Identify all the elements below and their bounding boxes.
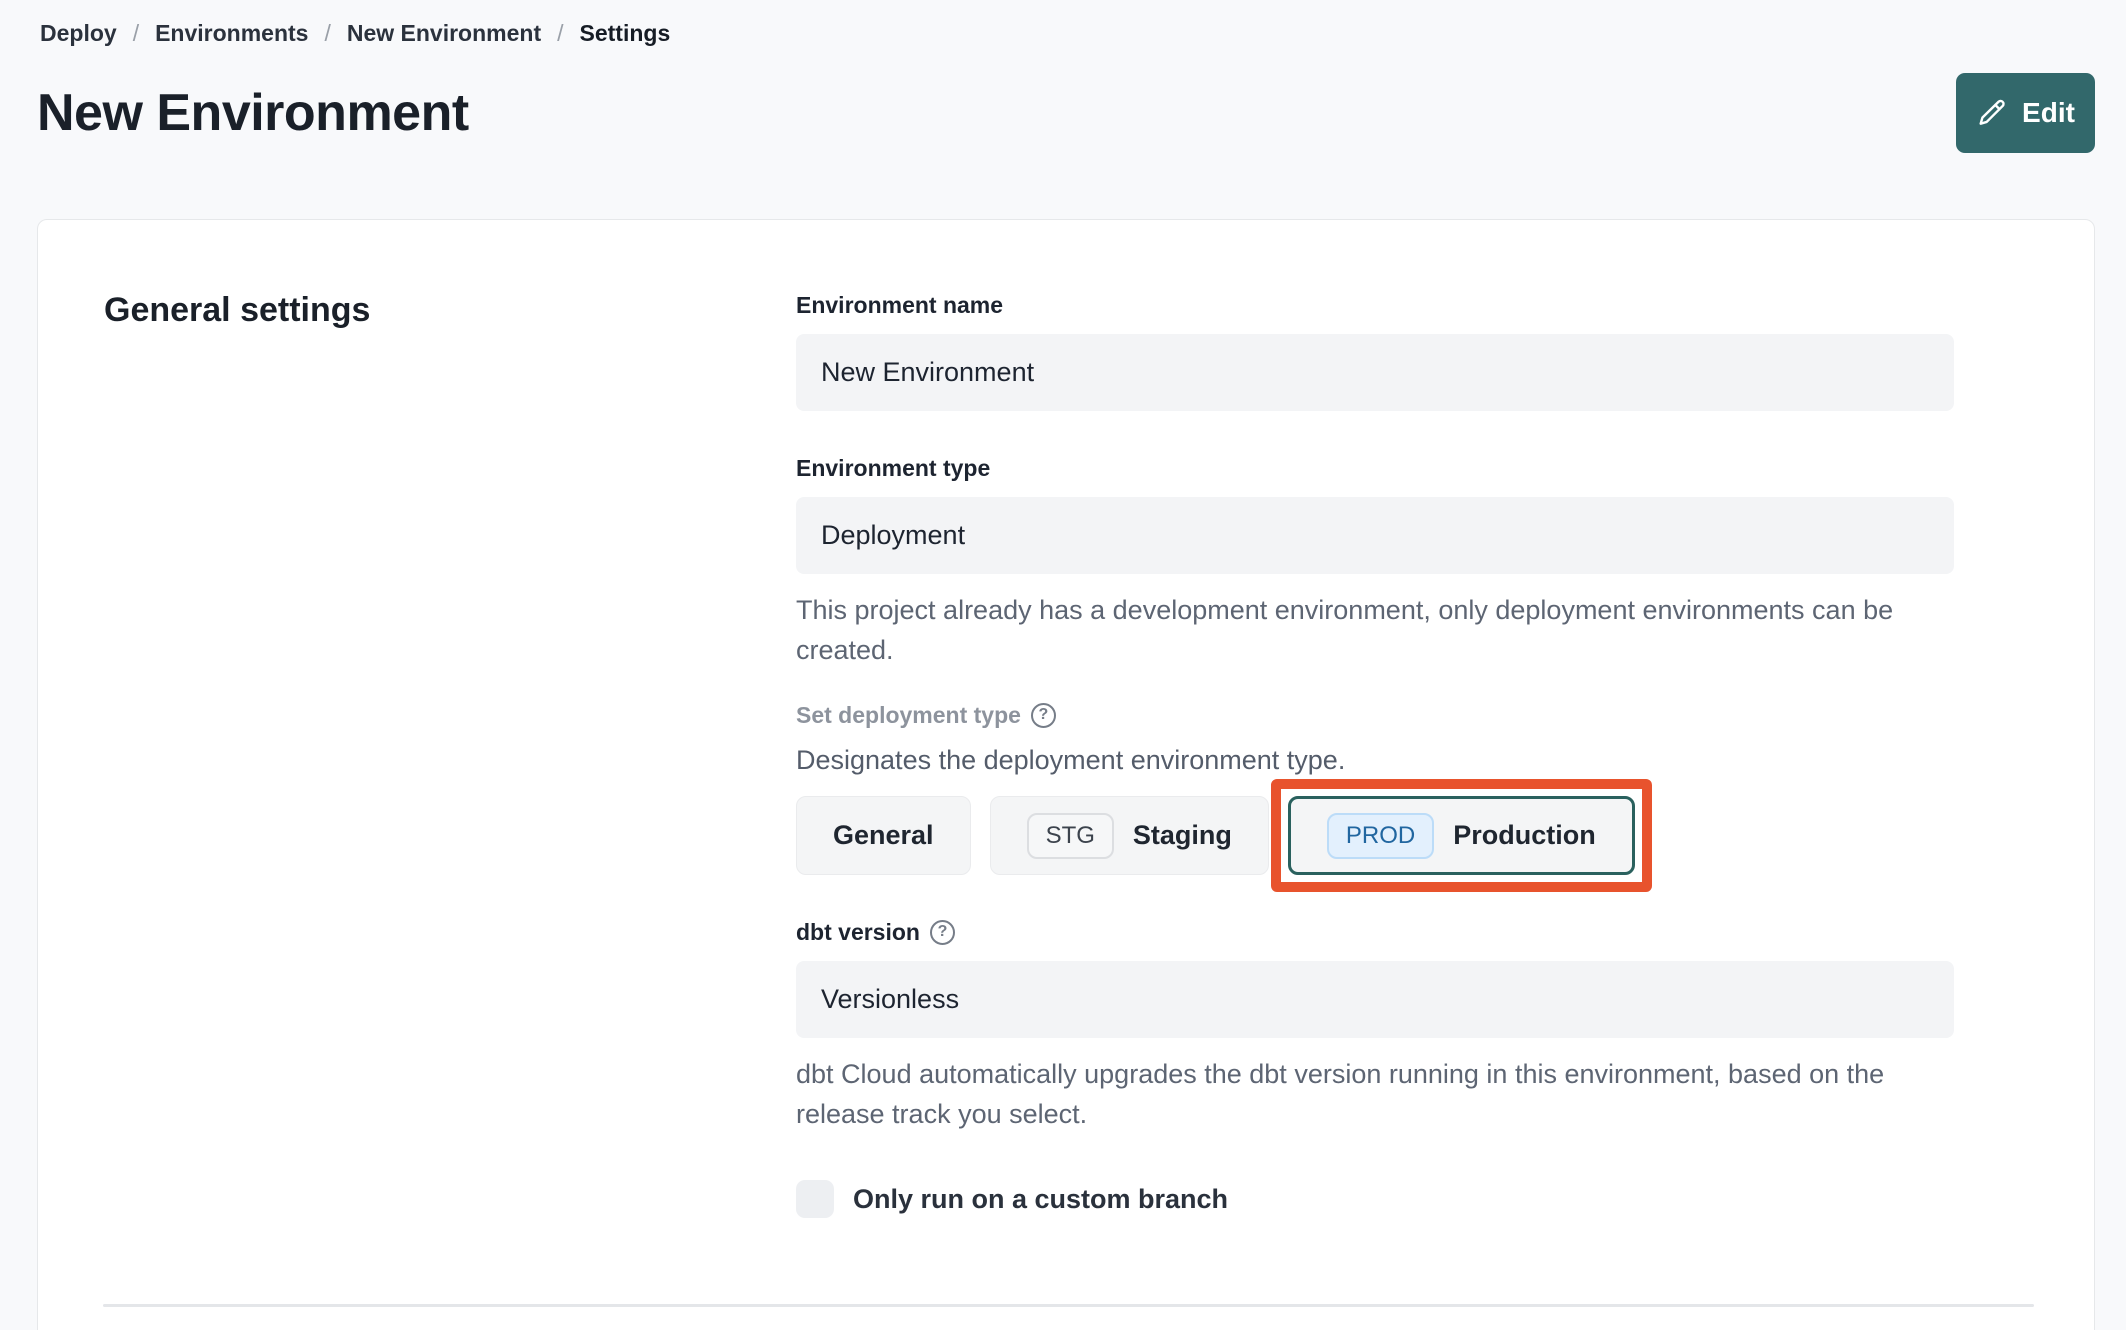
custom-branch-label: Only run on a custom branch: [853, 1183, 1229, 1214]
prod-badge: PROD: [1326, 812, 1435, 859]
environment-name-value: New Environment: [821, 357, 1035, 387]
deployment-type-label: Set deployment type ?: [796, 700, 1954, 730]
page-header: New Environment Edit: [37, 73, 2095, 153]
dbt-version-label: dbt version ?: [796, 917, 1954, 947]
custom-branch-row: Only run on a custom branch: [796, 1180, 1954, 1218]
section-divider: [103, 1304, 2034, 1307]
production-option-label: Production: [1453, 820, 1596, 850]
dbt-version-helper-text: dbt Cloud automatically upgrades the dbt…: [796, 1059, 1885, 1129]
breadcrumb-separator: /: [132, 20, 140, 46]
deployment-type-option-production[interactable]: PROD Production: [1287, 796, 1635, 875]
deployment-type-options: General STG Staging PROD Production: [796, 779, 1954, 892]
pencil-icon: [1976, 97, 2008, 129]
deployment-type-option-staging[interactable]: STG Staging: [989, 796, 1269, 875]
staging-option-label: Staging: [1132, 820, 1232, 850]
general-option-label: General: [833, 820, 934, 850]
deployment-type-option-general[interactable]: General: [796, 796, 971, 875]
breadcrumb-separator: /: [557, 20, 564, 46]
help-icon[interactable]: ?: [1030, 702, 1056, 728]
general-settings-card: General settings Environment name New En…: [37, 219, 2095, 1330]
settings-form: Environment name New Environment Environ…: [796, 290, 1954, 1218]
card-grid: General settings Environment name New En…: [38, 220, 2094, 1218]
page-title: New Environment: [37, 84, 469, 142]
environment-type-value: Deployment: [821, 520, 966, 550]
section-title: General settings: [104, 291, 371, 329]
page: Deploy / Environments / New Environment …: [0, 0, 2126, 1330]
environment-name-label: Environment name: [796, 292, 1004, 318]
environment-type-input[interactable]: Deployment: [796, 497, 1954, 574]
breadcrumb: Deploy / Environments / New Environment …: [37, 16, 2095, 47]
custom-branch-checkbox[interactable]: [796, 1180, 834, 1218]
stg-badge: STG: [1026, 812, 1114, 859]
environment-type-helper-text: This project already has a development e…: [796, 595, 1894, 665]
help-icon[interactable]: ?: [929, 919, 955, 945]
edit-button-label: Edit: [2022, 97, 2075, 128]
environment-type-label: Environment type: [796, 455, 991, 481]
dbt-version-input[interactable]: Versionless: [796, 961, 1954, 1038]
breadcrumb-item-deploy[interactable]: Deploy: [40, 20, 117, 47]
deployment-type-label-text: Set deployment type: [796, 702, 1021, 728]
breadcrumb-item-environments[interactable]: Environments: [155, 20, 308, 47]
breadcrumb-item-new-environment[interactable]: New Environment: [347, 20, 541, 47]
breadcrumb-separator: /: [324, 20, 331, 46]
breadcrumb-item-settings[interactable]: Settings: [580, 20, 671, 47]
environment-name-input[interactable]: New Environment: [796, 334, 1954, 411]
edit-button[interactable]: Edit: [1956, 73, 2095, 153]
dbt-version-label-text: dbt version: [796, 919, 920, 945]
production-option-wrapper: PROD Production: [1270, 779, 1652, 892]
deployment-type-description: Designates the deployment environment ty…: [796, 745, 1346, 775]
dbt-version-value: Versionless: [821, 984, 960, 1014]
